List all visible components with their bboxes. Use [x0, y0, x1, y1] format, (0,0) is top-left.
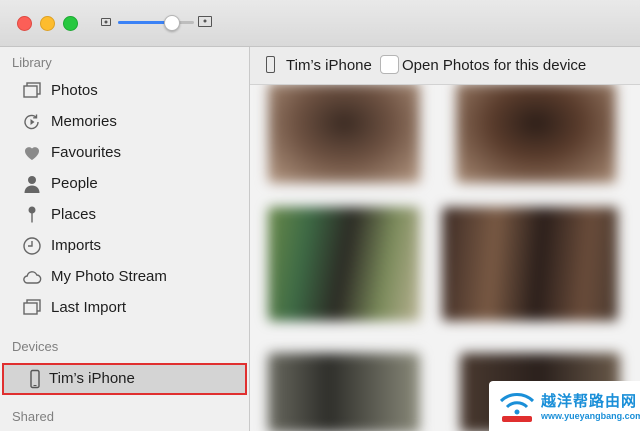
photo-thumbnail[interactable]: [268, 207, 420, 321]
sidebar-item-places[interactable]: Places: [0, 199, 249, 230]
zoom-slider[interactable]: [118, 21, 194, 24]
sidebar-item-my-photo-stream[interactable]: My Photo Stream: [0, 261, 249, 292]
sidebar-item-favourites[interactable]: Favourites: [0, 137, 249, 168]
clock-icon: [23, 237, 41, 255]
sidebar: Library Photos Memories Favourites Peopl…: [0, 47, 250, 431]
device-name: Tim’s iPhone: [286, 57, 372, 74]
zoom-out-icon[interactable]: [101, 18, 111, 26]
watermark-url: www.yueyangbang.com: [541, 411, 640, 421]
sidebar-item-label: Favourites: [51, 144, 122, 161]
section-heading-devices: Devices: [12, 339, 59, 354]
sidebar-item-label: Tim’s iPhone: [49, 370, 135, 387]
sidebar-item-imports[interactable]: Imports: [0, 230, 249, 261]
section-heading-library: Library: [12, 55, 52, 70]
sidebar-item-label: My Photo Stream: [51, 268, 167, 285]
wifi-router-icon: [499, 393, 535, 422]
sidebar-item-label: Photos: [51, 82, 98, 99]
watermark-title: 越洋帮路由网: [541, 393, 638, 410]
sidebar-item-label: People: [51, 175, 98, 192]
photo-thumbnail[interactable]: [456, 83, 616, 183]
sidebar-item-tims-iphone[interactable]: Tim’s iPhone: [2, 363, 247, 395]
photos-icon: [23, 82, 41, 98]
sidebar-item-photos[interactable]: Photos: [0, 75, 249, 106]
sidebar-item-label: Imports: [51, 237, 102, 254]
iphone-icon: [266, 56, 275, 73]
title-bar: [0, 0, 640, 47]
watermark: 越洋帮路由网 www.yueyangbang.com: [489, 381, 640, 431]
photo-thumbnail[interactable]: [442, 207, 618, 321]
maximize-button[interactable]: [63, 16, 78, 31]
minimize-button[interactable]: [40, 16, 55, 31]
sidebar-item-last-import[interactable]: Last Import: [0, 292, 249, 323]
close-button[interactable]: [17, 16, 32, 31]
cloud-icon: [23, 271, 42, 284]
device-import-view: Tim’s iPhone Open Photos for this device: [250, 47, 640, 431]
sidebar-item-memories[interactable]: Memories: [0, 106, 249, 137]
open-photos-checkbox[interactable]: [380, 55, 399, 74]
zoom-in-icon[interactable]: [198, 16, 212, 27]
memories-icon: [24, 114, 39, 130]
zoom-slider-thumb[interactable]: [164, 15, 181, 31]
sidebar-item-label: Places: [51, 206, 97, 223]
open-photos-label[interactable]: Open Photos for this device: [402, 57, 586, 74]
pin-icon: [28, 206, 36, 223]
sidebar-item-people[interactable]: People: [0, 168, 249, 199]
photos-icon: [23, 299, 41, 315]
photo-thumbnail[interactable]: [268, 353, 420, 431]
device-header: Tim’s iPhone Open Photos for this device: [250, 47, 640, 85]
iphone-icon: [30, 369, 40, 389]
photo-thumbnail[interactable]: [268, 83, 420, 183]
sidebar-item-label: Memories: [51, 113, 117, 130]
person-icon: [24, 176, 40, 193]
heart-icon: [25, 147, 39, 160]
section-heading-shared: Shared: [12, 409, 54, 424]
sidebar-item-label: Last Import: [51, 299, 127, 316]
